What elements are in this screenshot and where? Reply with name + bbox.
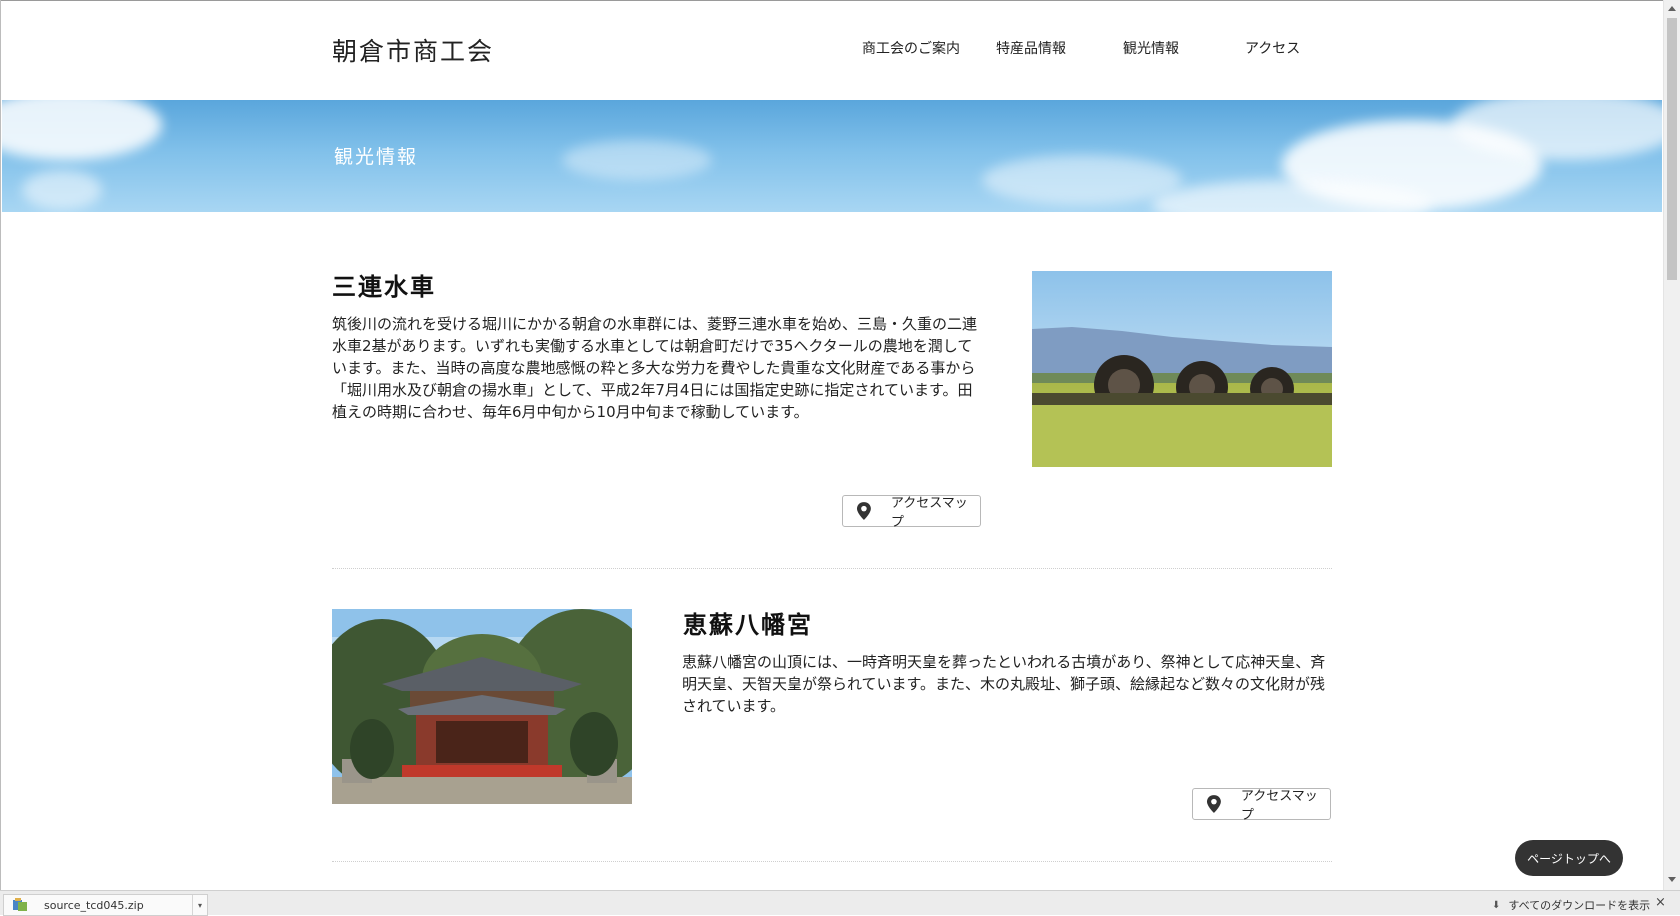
map-pin-icon	[856, 502, 871, 520]
download-bar: source_tcd045.zip ▾ ⬇ すべてのダウンロードを表示 ×	[0, 890, 1680, 916]
spot-title-waterwheel: 三連水車	[332, 273, 436, 301]
download-file-name: source_tcd045.zip	[44, 898, 144, 912]
section-divider	[332, 861, 1332, 862]
access-map-label: アクセスマップ	[890, 496, 968, 530]
nav-item-access[interactable]: アクセス	[1245, 38, 1300, 58]
show-all-downloads-label: すべてのダウンロードを表示	[1508, 899, 1651, 912]
main-nav: 商工会のご案内 特産品情報 観光情報 アクセス	[0, 38, 1680, 58]
cloud	[2, 100, 162, 160]
scroll-down-arrow-icon[interactable]	[1668, 877, 1676, 882]
access-map-button-waterwheel[interactable]: アクセスマップ	[842, 495, 981, 530]
spot-description-waterwheel: 筑後川の流れを受ける堀川にかかる朝倉の水車群には、菱野三連水車を始め、三島・久重…	[332, 315, 978, 421]
spot-title-shrine: 恵蘇八幡宮	[683, 611, 813, 639]
shrine-photo	[332, 609, 632, 804]
cloud	[562, 140, 712, 180]
hero-title: 観光情報	[334, 146, 419, 168]
cloud	[982, 155, 1182, 205]
download-file-icon	[13, 898, 27, 911]
cloud	[22, 170, 102, 210]
waterwheel-photo	[1032, 271, 1332, 467]
chevron-down-icon[interactable]: ▾	[192, 895, 207, 915]
show-all-downloads[interactable]: ⬇ すべてのダウンロードを表示	[1492, 897, 1650, 913]
vertical-scrollbar[interactable]	[1663, 0, 1680, 890]
nav-item-products[interactable]: 特産品情報	[996, 38, 1066, 58]
map-pin-icon	[1206, 795, 1221, 813]
nav-item-about[interactable]: 商工会のご案内	[862, 38, 960, 58]
scroll-thumb[interactable]	[1667, 18, 1677, 280]
spot-description-shrine: 恵蘇八幡宮の山頂には、一時斉明天皇を葬ったといわれる古墳があり、祭神として応神天…	[682, 653, 1326, 715]
window-left-border	[0, 0, 1, 890]
download-item[interactable]: source_tcd045.zip ▾	[3, 894, 208, 916]
page-top-button[interactable]: ページトップへ	[1515, 840, 1623, 876]
hero-banner: 観光情報	[2, 100, 1662, 212]
down-arrow-icon: ⬇	[1492, 899, 1501, 911]
scroll-up-arrow-icon[interactable]	[1668, 6, 1676, 11]
access-map-button-shrine[interactable]: アクセスマップ	[1192, 788, 1331, 823]
access-map-label: アクセスマップ	[1240, 789, 1318, 823]
nav-item-tourism[interactable]: 観光情報	[1123, 38, 1179, 58]
close-icon[interactable]: ×	[1655, 895, 1666, 910]
section-divider	[332, 568, 1332, 569]
window-top-border	[0, 0, 1680, 1]
